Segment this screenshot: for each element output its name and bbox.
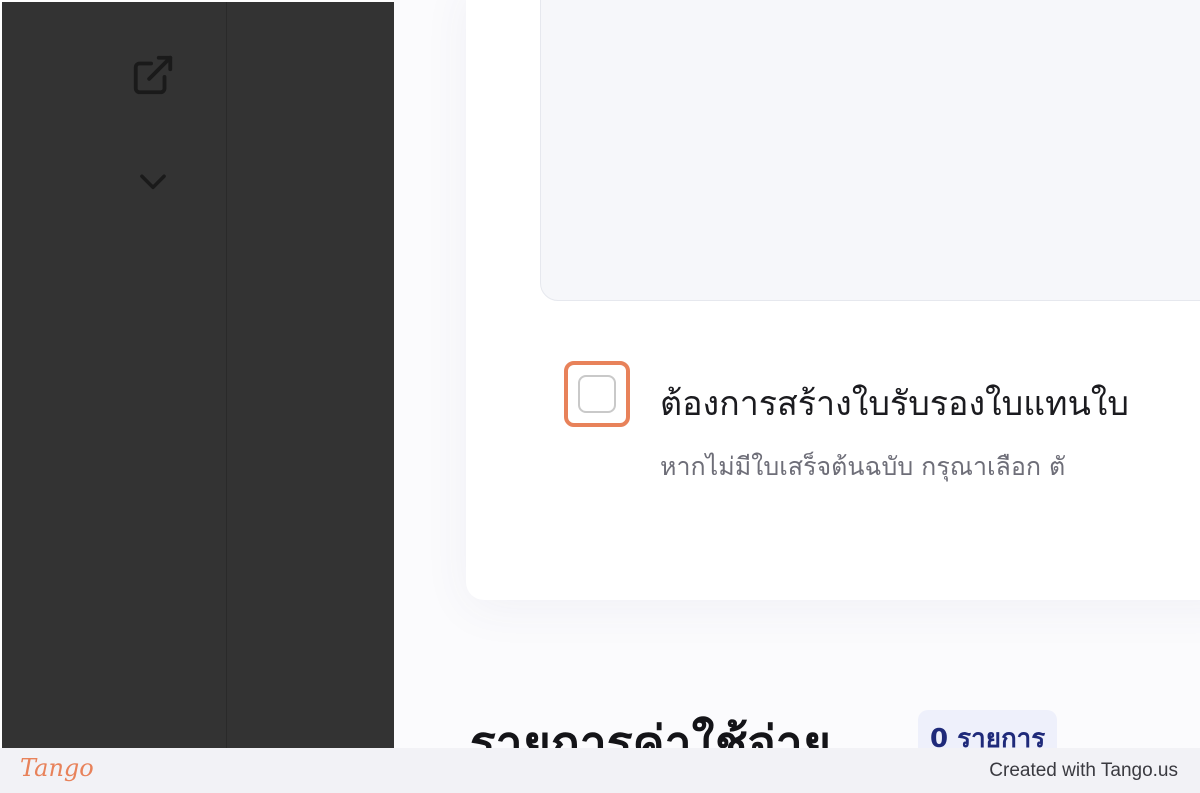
expenses-count-badge: 0 รายการ [918, 710, 1058, 748]
expenses-section-title: รายการค่าใช้จ่าย [470, 716, 831, 748]
footer-credit: Created with Tango.us [989, 760, 1178, 781]
external-link-icon[interactable] [130, 52, 176, 98]
sidebar [2, 2, 394, 748]
tango-logo: Tango [20, 754, 94, 782]
main-content: ต้องการสร้างใบรับรองใบแทนใบ หากไม่มีใบเส… [394, 0, 1200, 748]
tango-footer: Tango Created with Tango.us [0, 748, 1200, 793]
checkbox-label: ต้องการสร้างใบรับรองใบแทนใบ [660, 384, 1129, 424]
chevron-down-icon[interactable] [134, 162, 172, 200]
sidebar-divider [226, 2, 227, 748]
document-preview-area [540, 0, 1200, 301]
document-card: ต้องการสร้างใบรับรองใบแทนใบ หากไม่มีใบเส… [466, 0, 1200, 600]
checkbox-hint: หากไม่มีใบเสร็จต้นฉบับ กรุณาเลือก ตั [660, 452, 1066, 481]
substitute-certificate-checkbox[interactable] [578, 375, 616, 413]
checkbox-highlight [564, 361, 630, 427]
